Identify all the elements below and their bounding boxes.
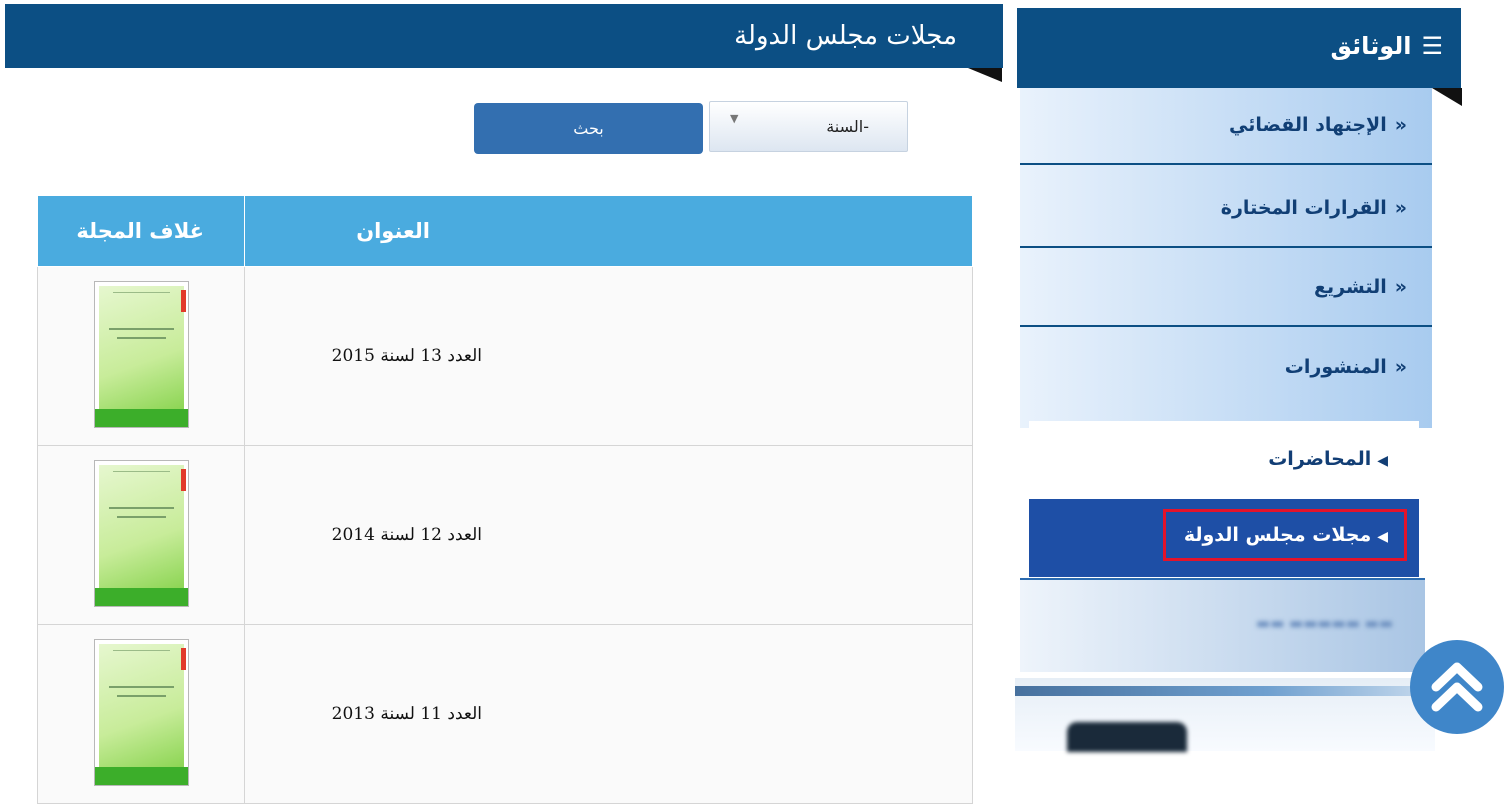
sidebar-item-label: المنشورات xyxy=(1284,356,1387,378)
table-row: العدد 11 لسنة 2013 xyxy=(37,624,973,804)
column-header-cover: غلاف المجلة xyxy=(37,195,245,267)
column-header-title: العنوان xyxy=(244,195,973,267)
table-row: العدد 13 لسنة 2015 xyxy=(37,266,973,446)
table-row: العدد 12 لسنة 2014 xyxy=(37,445,973,625)
dropdown-arrow-icon: ▼ xyxy=(730,112,739,125)
sidebar-item-publications[interactable]: « المنشورات xyxy=(1020,330,1432,407)
sidebar-ribbon-fold xyxy=(1432,88,1462,106)
search-button[interactable]: بحث xyxy=(474,103,703,154)
sidebar-nav: « الإجتهاد القضائي « القرارات المختارة « ال… xyxy=(1020,88,1432,428)
sidebar-banner xyxy=(1015,678,1435,752)
double-chevron-icon: « xyxy=(1394,356,1407,378)
header-ribbon-fold xyxy=(968,68,1002,82)
sidebar-item-label: التشريع xyxy=(1314,276,1387,298)
year-select-value: -السنة xyxy=(826,117,869,136)
table-header-row: العنوان غلاف المجلة xyxy=(37,195,973,267)
sidebar-subitem-lectures[interactable]: ◀ المحاضرات xyxy=(1029,421,1419,499)
magazine-cover-image[interactable] xyxy=(93,459,189,607)
highlighted-item: ◀ مجلات مجلس الدولة xyxy=(1162,509,1407,561)
list-icon: ☰ xyxy=(1421,32,1443,60)
cover-cell xyxy=(37,266,245,446)
sidebar-subitem-council-magazines[interactable]: ◀ مجلات مجلس الدولة xyxy=(1029,499,1419,577)
sidebar-item-legislation[interactable]: « التشريع xyxy=(1020,250,1432,327)
sidebar-header: ☰ الوثائق xyxy=(1017,8,1461,88)
scroll-to-top-button[interactable] xyxy=(1410,640,1504,734)
page-header: مجلات مجلس الدولة xyxy=(5,4,1003,68)
caret-left-icon: ◀ xyxy=(1377,453,1388,469)
sidebar-item-blurred: ▬▬ ▬▬▬▬▬ ▬▬ xyxy=(1020,578,1425,672)
double-chevron-up-icon xyxy=(1431,662,1483,712)
sidebar-item-label: الإجتهاد القضائي xyxy=(1229,114,1387,136)
magazine-title[interactable]: العدد 11 لسنة 2013 xyxy=(244,624,973,804)
submenu: ◀ المحاضرات xyxy=(1029,421,1419,499)
page-title: مجلات مجلس الدولة xyxy=(734,21,957,51)
sidebar-item-selected-decisions[interactable]: « القرارات المختارة xyxy=(1020,171,1432,248)
cover-cell xyxy=(37,624,245,804)
magazine-cover-image[interactable] xyxy=(93,638,189,786)
sidebar-item-case-law[interactable]: « الإجتهاد القضائي xyxy=(1020,88,1432,165)
magazine-title[interactable]: العدد 13 لسنة 2015 xyxy=(244,266,973,446)
magazine-title[interactable]: العدد 12 لسنة 2014 xyxy=(244,445,973,625)
double-chevron-icon: « xyxy=(1394,114,1407,136)
magazines-table: العنوان غلاف المجلة العدد 13 لسنة 2015 ا… xyxy=(37,195,973,804)
double-chevron-icon: « xyxy=(1394,276,1407,298)
double-chevron-icon: « xyxy=(1394,197,1407,219)
magazine-cover-image[interactable] xyxy=(93,280,189,428)
year-select[interactable]: -السنة ▼ xyxy=(709,101,908,152)
cover-cell xyxy=(37,445,245,625)
caret-left-icon: ◀ xyxy=(1377,529,1388,545)
sidebar-item-label: القرارات المختارة xyxy=(1220,197,1387,219)
sidebar-title: الوثائق xyxy=(1330,32,1412,60)
blurred-text: ▬▬ ▬▬▬▬▬ ▬▬ xyxy=(1255,614,1393,632)
sidebar-subitem-label: المحاضرات xyxy=(1268,448,1372,470)
sidebar-subitem-label: مجلات مجلس الدولة xyxy=(1183,524,1372,546)
